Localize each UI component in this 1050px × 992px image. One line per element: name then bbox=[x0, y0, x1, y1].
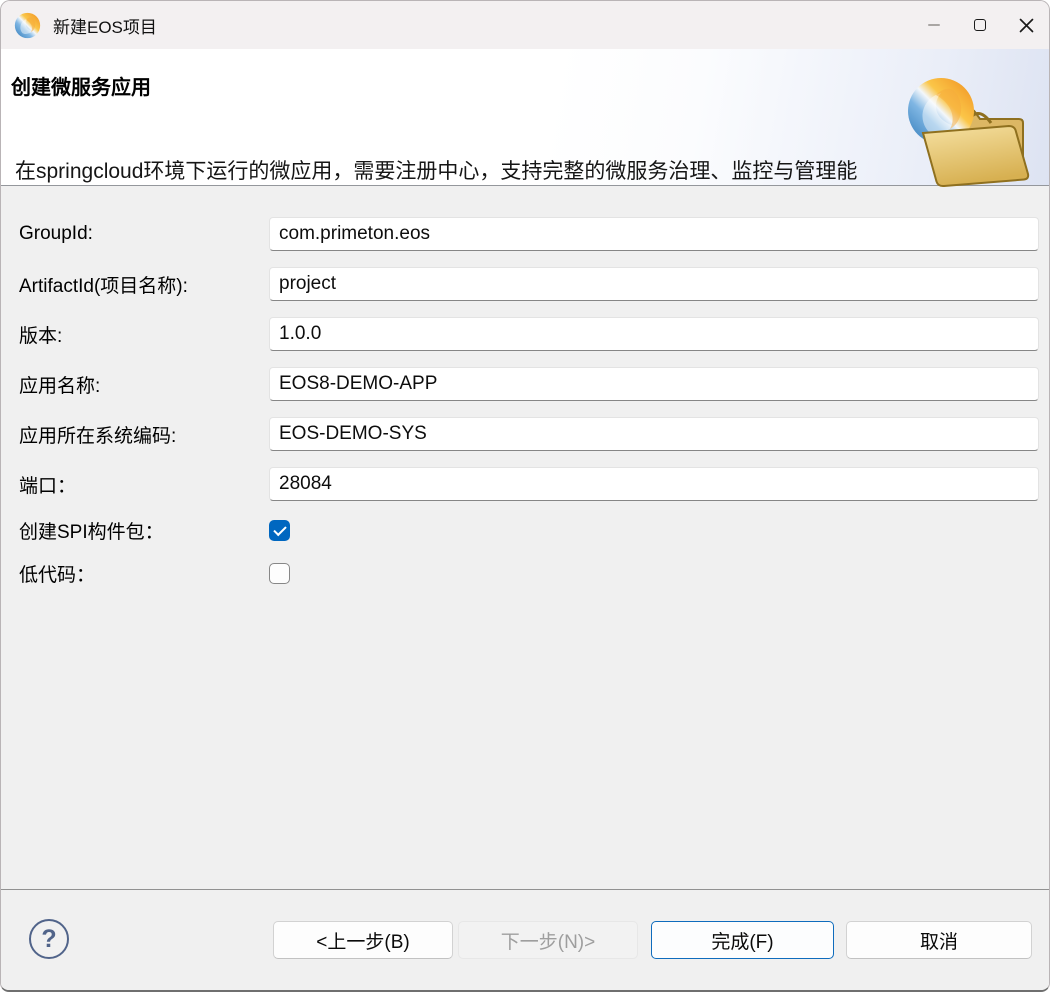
maximize-button[interactable] bbox=[957, 1, 1003, 49]
form-row-app-name: 应用名称: bbox=[19, 359, 1039, 409]
app-name-label: 应用名称: bbox=[19, 371, 269, 398]
system-code-input[interactable] bbox=[269, 417, 1039, 451]
wizard-header: 创建微服务应用 在springcloud环境下运行的微应用，需要注册中心，支持完… bbox=[1, 49, 1049, 186]
question-mark-icon: ? bbox=[41, 925, 56, 954]
spi-package-checkbox[interactable] bbox=[269, 520, 290, 541]
open-folder-icon bbox=[897, 71, 1035, 193]
form-row-system-code: 应用所在系统编码: bbox=[19, 409, 1039, 459]
new-eos-project-dialog: 新建EOS项目 创建微服务应用 在springcloud环境下运行的微应用，需要… bbox=[0, 0, 1050, 992]
close-icon bbox=[1019, 18, 1034, 33]
spi-package-label: 创建SPI构件包： bbox=[19, 517, 269, 544]
window-title: 新建EOS项目 bbox=[53, 13, 157, 38]
form-row-spi-package: 创建SPI构件包： bbox=[19, 509, 1039, 552]
back-button[interactable]: <上一步(B) bbox=[273, 921, 453, 959]
window-controls bbox=[911, 1, 1049, 49]
app-name-input[interactable] bbox=[269, 367, 1039, 401]
artifactid-input[interactable] bbox=[269, 267, 1039, 301]
title-bar: 新建EOS项目 bbox=[1, 1, 1049, 49]
minimize-icon bbox=[928, 24, 940, 26]
wizard-title: 创建微服务应用 bbox=[11, 71, 151, 100]
form-row-lowcode: 低代码： bbox=[19, 552, 1039, 595]
lowcode-checkbox[interactable] bbox=[269, 563, 290, 584]
lowcode-label: 低代码： bbox=[19, 560, 269, 587]
maximize-icon bbox=[974, 19, 986, 31]
cancel-button[interactable]: 取消 bbox=[846, 921, 1032, 959]
form-row-version: 版本: bbox=[19, 309, 1039, 359]
project-form: GroupId: ArtifactId(项目名称): 版本: 应用名称: 应用所… bbox=[1, 187, 1049, 889]
artifactid-label: ArtifactId(项目名称): bbox=[19, 271, 269, 298]
groupid-label: GroupId: bbox=[19, 223, 269, 245]
form-row-groupid: GroupId: bbox=[19, 209, 1039, 259]
finish-button[interactable]: 完成(F) bbox=[651, 921, 834, 959]
minimize-button[interactable] bbox=[911, 1, 957, 49]
system-code-label: 应用所在系统编码: bbox=[19, 421, 269, 448]
form-row-port: 端口： bbox=[19, 459, 1039, 509]
port-label: 端口： bbox=[19, 471, 269, 498]
next-button[interactable]: 下一步(N)> bbox=[458, 921, 638, 959]
button-bar: ? <上一步(B) 下一步(N)> 完成(F) 取消 bbox=[1, 889, 1049, 990]
version-label: 版本: bbox=[19, 321, 269, 348]
port-input[interactable] bbox=[269, 467, 1039, 501]
close-button[interactable] bbox=[1003, 1, 1049, 49]
version-input[interactable] bbox=[269, 317, 1039, 351]
groupid-input[interactable] bbox=[269, 217, 1039, 251]
form-row-artifactid: ArtifactId(项目名称): bbox=[19, 259, 1039, 309]
help-button[interactable]: ? bbox=[29, 919, 69, 959]
eos-logo-icon bbox=[14, 12, 41, 39]
